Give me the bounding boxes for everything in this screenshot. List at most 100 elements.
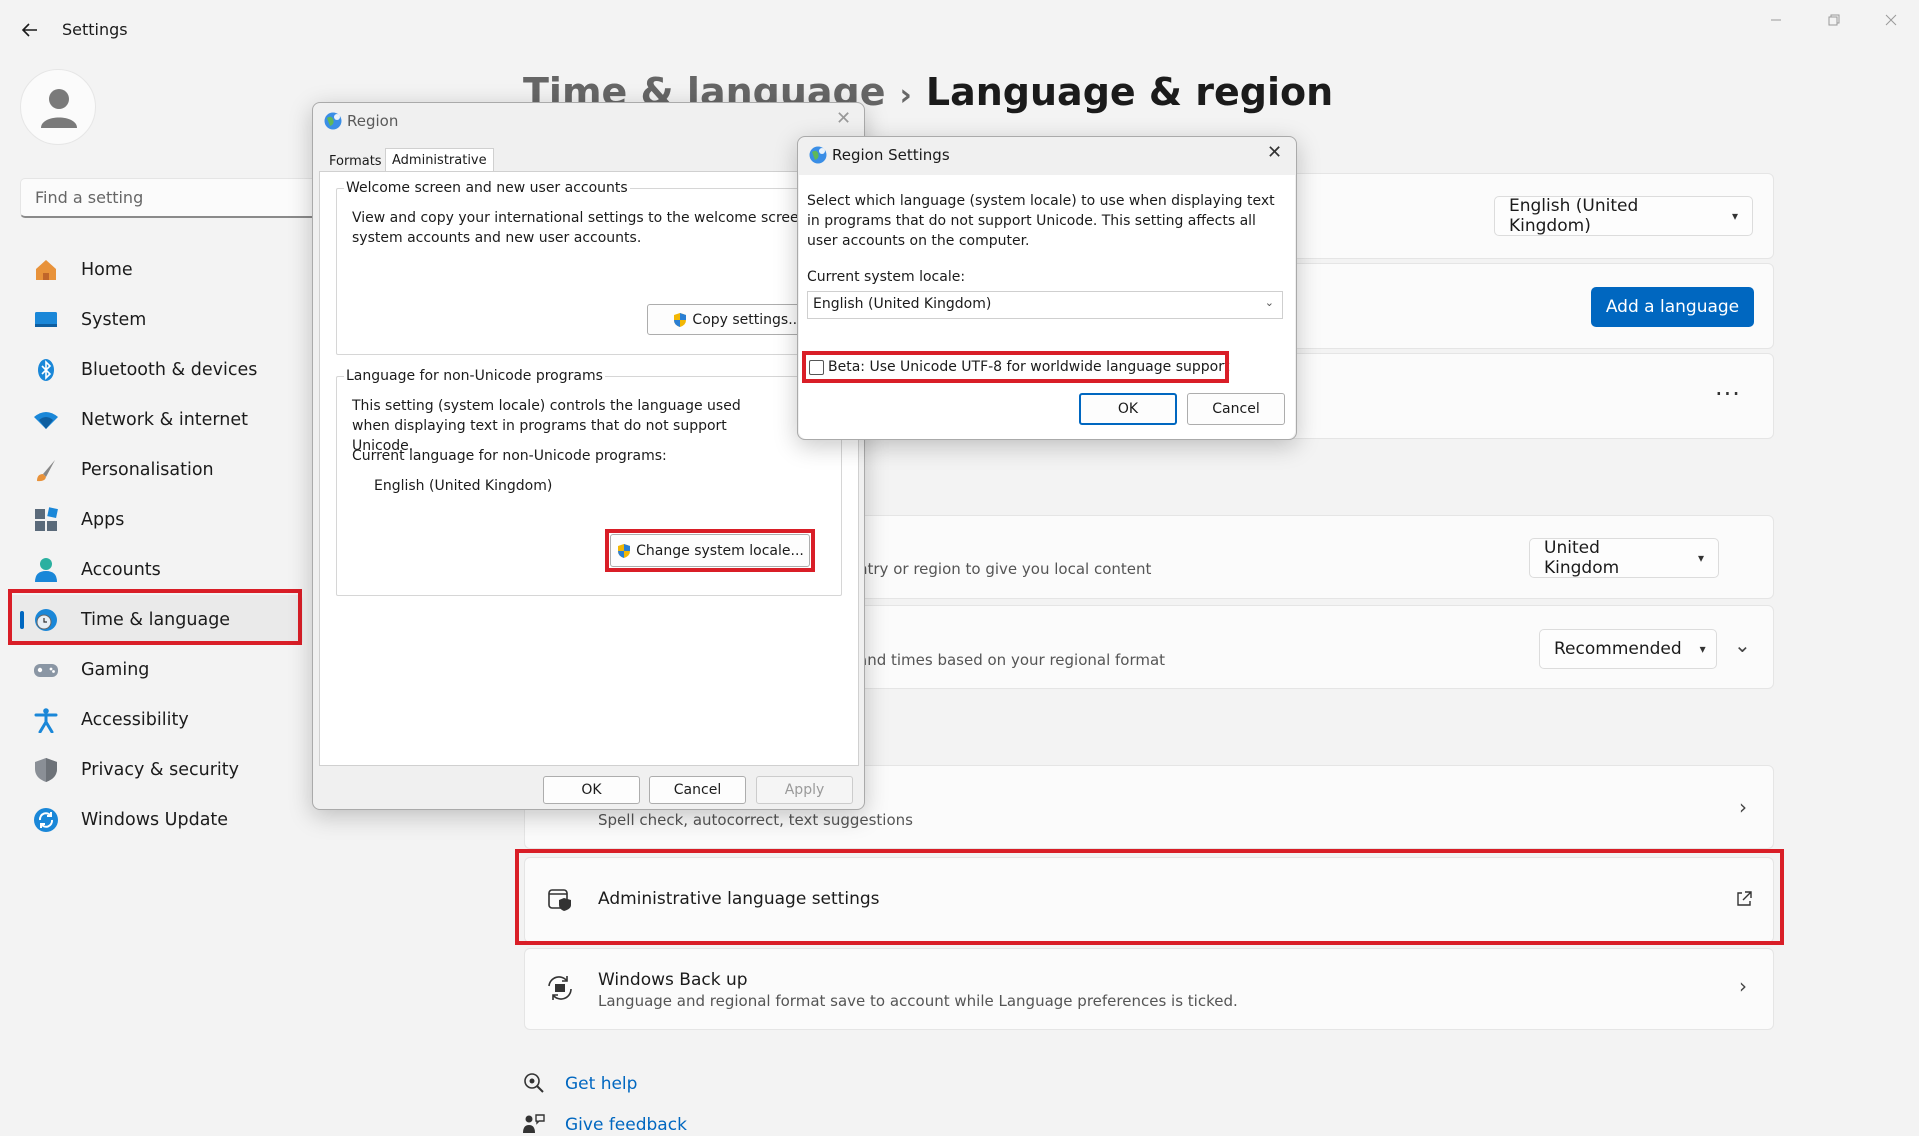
region-settings-close-icon[interactable]: ✕: [1267, 142, 1282, 163]
wifi-icon: [33, 407, 59, 433]
shield-icon: [33, 757, 59, 783]
change-system-locale-label: Change system locale...: [636, 542, 804, 559]
region-globe-icon: [324, 112, 342, 130]
breadcrumb-separator: ›: [899, 78, 912, 113]
sidebar-item-label: Gaming: [81, 660, 150, 680]
sidebar-item-label: Personalisation: [81, 460, 214, 480]
chevron-right-icon: ›: [1739, 974, 1747, 998]
welcome-group-text: View and copy your international setting…: [352, 210, 812, 246]
update-icon: [33, 807, 59, 833]
system-locale-value: English (United Kingdom): [813, 296, 992, 312]
uac-shield-icon: [674, 312, 687, 327]
globe-clock-icon: [33, 607, 59, 633]
close-window-button[interactable]: [1869, 8, 1913, 34]
restore-button[interactable]: [1812, 8, 1856, 34]
sidebar-nav: Home System Bluetooth & devices Network …: [8, 245, 303, 845]
system-locale-select[interactable]: English (United Kingdom) ⌄: [807, 291, 1283, 319]
more-options-button[interactable]: ···: [1715, 380, 1741, 408]
accessibility-icon: [33, 707, 59, 733]
bluetooth-icon: [33, 357, 59, 383]
typing-desc: Spell check, autocorrect, text suggestio…: [598, 811, 913, 829]
sidebar-item-label: Accessibility: [81, 710, 189, 730]
user-icon: [41, 89, 77, 128]
region-settings-cancel-button[interactable]: Cancel: [1187, 393, 1285, 425]
sidebar-item-label: Privacy & security: [81, 760, 240, 780]
region-apply-button[interactable]: Apply: [756, 776, 853, 804]
sidebar-item-label: Bluetooth & devices: [81, 360, 258, 380]
sidebar-item-accessibility[interactable]: Accessibility: [8, 695, 303, 745]
region-settings-ok-button[interactable]: OK: [1079, 393, 1177, 425]
page-heading: Language & region: [925, 70, 1334, 114]
current-language-value: English (United Kingdom): [374, 478, 553, 494]
welcome-group-title: Welcome screen and new user accounts: [344, 178, 630, 198]
sidebar-item-system[interactable]: System: [8, 295, 303, 345]
sidebar-item-personalisation[interactable]: Personalisation: [8, 445, 303, 495]
region-settings-text: Select which language (system locale) to…: [807, 193, 1275, 249]
search-placeholder: Find a setting: [35, 188, 144, 207]
chevron-right-icon: ›: [1739, 795, 1747, 819]
windows-backup-title: Windows Back up: [598, 970, 748, 990]
region-dialog: Region ✕ Administrative Formats Welcome …: [312, 102, 865, 810]
display-language-value: English (United Kingdom): [1509, 196, 1639, 236]
backup-sync-icon: [548, 976, 572, 1000]
expand-chevron-icon[interactable]: ⌄: [1734, 633, 1751, 657]
restore-icon: [1828, 14, 1840, 26]
current-language-label: Current language for non-Unicode program…: [352, 448, 667, 464]
sidebar-item-label: Apps: [81, 510, 125, 530]
regional-format-value: Recommended: [1554, 639, 1682, 659]
sidebar-item-label: Windows Update: [81, 810, 229, 830]
sidebar-item-label: Home: [81, 260, 133, 280]
back-arrow-icon: [21, 23, 37, 37]
chevron-down-icon: ⌄: [1264, 296, 1274, 309]
sidebar-item-gaming[interactable]: Gaming: [8, 645, 303, 695]
sidebar-item-network[interactable]: Network & internet: [8, 395, 303, 445]
regional-format-desc: and times based on your regional format: [858, 651, 1166, 669]
admin-settings-icon: [548, 889, 571, 911]
region-dialog-close-icon[interactable]: ✕: [836, 108, 851, 129]
sidebar-item-label: System: [81, 310, 147, 330]
search-input[interactable]: Find a setting: [20, 178, 320, 218]
utf8-beta-checkbox[interactable]: [809, 360, 824, 375]
app-title: Settings: [62, 20, 128, 39]
accounts-icon: [33, 557, 59, 583]
add-language-button[interactable]: Add a language: [1591, 287, 1754, 327]
region-dialog-title: Region: [347, 112, 399, 130]
title-bar: Settings: [0, 0, 1919, 60]
country-region-desc: ntry or region to give you local content: [858, 560, 1152, 578]
regional-format-select[interactable]: Recommended ▾: [1539, 629, 1717, 669]
back-button[interactable]: [16, 16, 44, 44]
non-unicode-group-title: Language for non-Unicode programs: [344, 366, 605, 386]
change-system-locale-button[interactable]: Change system locale...: [610, 534, 810, 567]
display-language-select[interactable]: English (United Kingdom) ▾: [1494, 196, 1753, 236]
windows-backup-desc: Language and regional format save to acc…: [598, 992, 1238, 1010]
gamepad-icon: [33, 657, 59, 683]
sidebar-item-privacy[interactable]: Privacy & security: [8, 745, 303, 795]
tab-formats[interactable]: Formats: [323, 150, 388, 173]
country-region-select[interactable]: United Kingdom ▾: [1529, 538, 1719, 578]
chevron-down-icon: ▾: [1699, 642, 1706, 656]
tab-administrative[interactable]: Administrative: [385, 148, 494, 172]
administrative-tab-panel: Welcome screen and new user accounts Vie…: [319, 171, 859, 766]
region-ok-button[interactable]: OK: [543, 776, 640, 804]
sidebar-item-time-language[interactable]: Time & language: [8, 595, 303, 645]
brush-icon: [33, 457, 59, 483]
get-help-link[interactable]: Get help: [565, 1074, 637, 1094]
sidebar-item-home[interactable]: Home: [8, 245, 303, 295]
sidebar-item-bluetooth[interactable]: Bluetooth & devices: [8, 345, 303, 395]
minimize-button[interactable]: [1754, 8, 1798, 34]
region-settings-globe-icon: [809, 146, 827, 164]
sidebar-item-label: Network & internet: [81, 410, 249, 430]
get-help-icon: [524, 1073, 544, 1093]
close-icon: [1885, 14, 1897, 26]
avatar[interactable]: [20, 69, 96, 145]
region-settings-dialog: Region Settings ✕ Select which language …: [797, 136, 1297, 440]
sidebar-item-apps[interactable]: Apps: [8, 495, 303, 545]
sidebar-item-accounts[interactable]: Accounts: [8, 545, 303, 595]
give-feedback-link[interactable]: Give feedback: [565, 1115, 687, 1135]
region-cancel-button[interactable]: Cancel: [649, 776, 746, 804]
sidebar-item-windows-update[interactable]: Windows Update: [8, 795, 303, 845]
utf8-beta-label[interactable]: Beta: Use Unicode UTF-8 for worldwide la…: [828, 357, 1229, 377]
copy-settings-label: Copy settings...: [692, 311, 802, 328]
feedback-icon: [523, 1114, 545, 1133]
system-locale-label: Current system locale:: [807, 269, 966, 285]
